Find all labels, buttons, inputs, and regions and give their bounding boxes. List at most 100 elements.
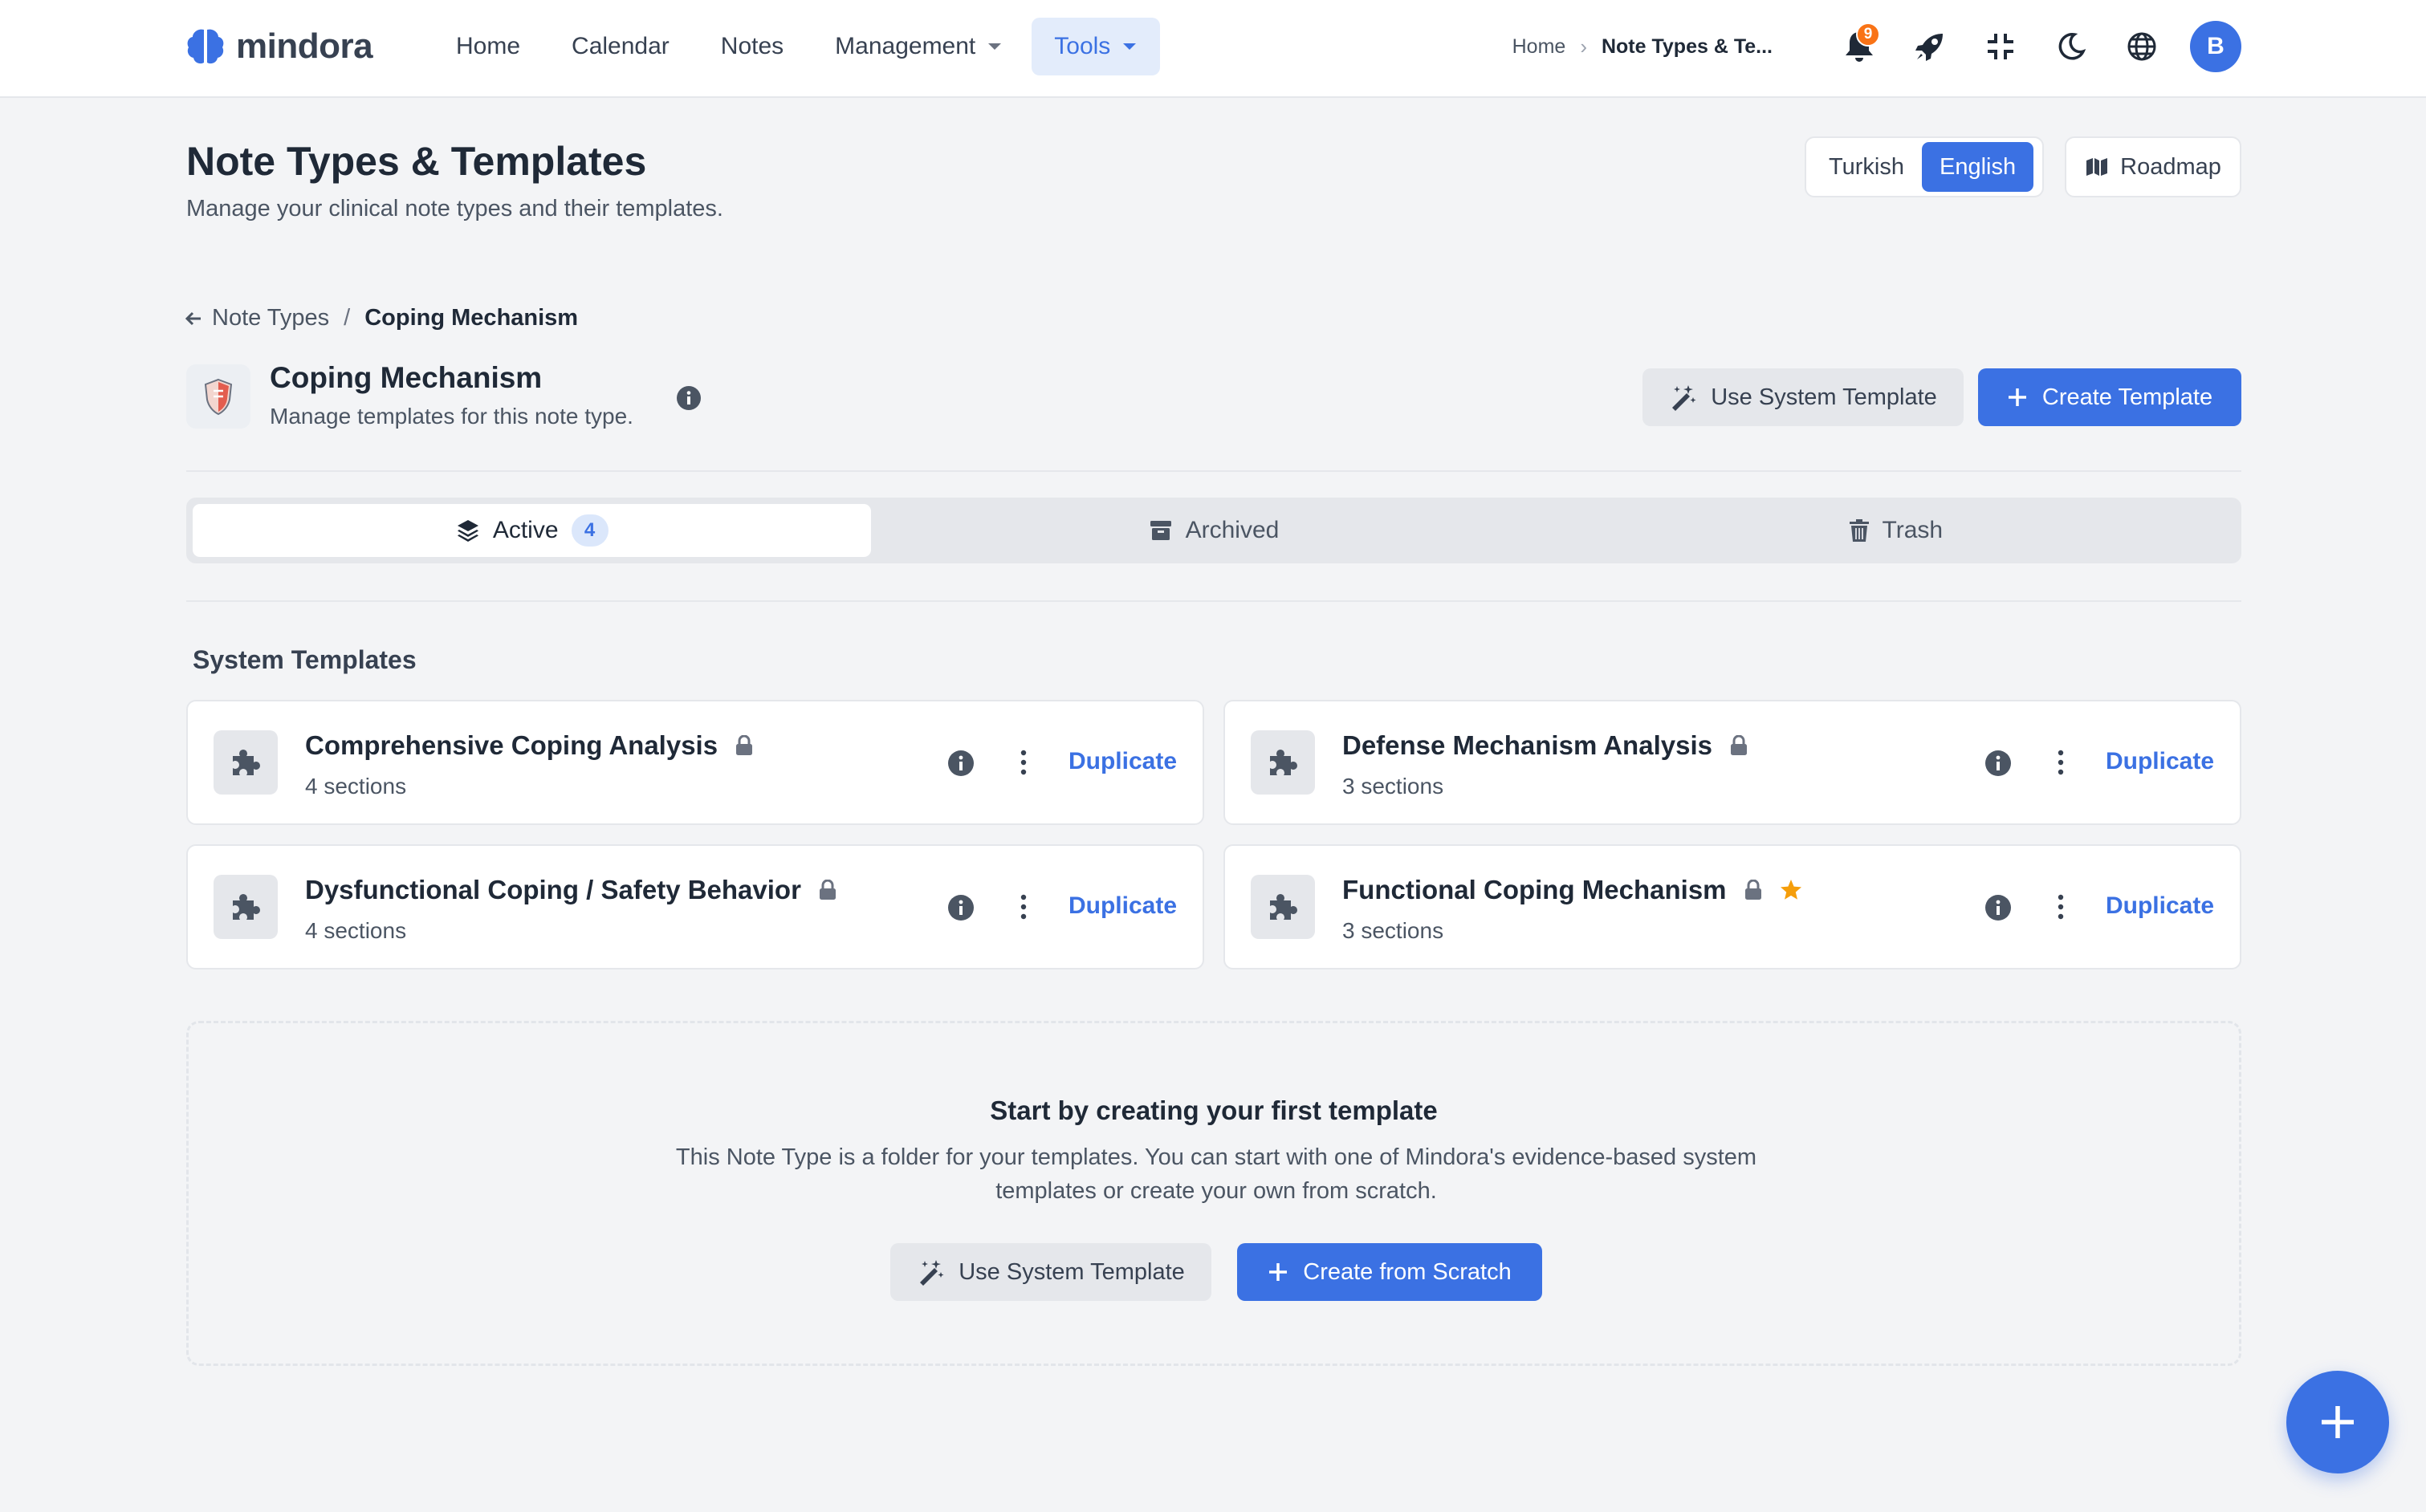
compress-button[interactable] (1976, 22, 2025, 71)
nav-calendar-label: Calendar (572, 33, 670, 59)
template-name-text: Comprehensive Coping Analysis (305, 730, 718, 760)
breadcrumb-home-link[interactable]: Home (1512, 35, 1566, 59)
navbar-actions: Home › Note Types & Te... 9 B (1512, 21, 2241, 72)
template-icon (214, 875, 278, 939)
shield-icon (202, 377, 234, 416)
floating-add-button[interactable] (2286, 1371, 2389, 1473)
template-status-tabs: Active 4 Archived Trash (186, 498, 2241, 563)
duplicate-button[interactable]: Duplicate (1068, 892, 1177, 920)
template-section-count: 3 sections (1342, 774, 1444, 799)
empty-state-title: Start by creating your first template (990, 1095, 1438, 1125)
quick-start-button[interactable] (1906, 22, 1954, 71)
template-icon (1251, 875, 1315, 939)
trash-icon (1849, 518, 1870, 543)
active-count-badge: 4 (571, 514, 609, 547)
template-name: Defense Mechanism Analysis (1342, 730, 1748, 761)
nav-tools-dropdown[interactable]: Tools (1032, 18, 1161, 75)
template-card[interactable]: Functional Coping Mechanism 3 sections D… (1223, 844, 2241, 969)
info-icon[interactable] (947, 894, 975, 921)
section-divider (186, 470, 2241, 472)
lock-icon (819, 880, 836, 900)
template-card[interactable]: Dysfunctional Coping / Safety Behavior 4… (186, 844, 1204, 969)
template-name: Comprehensive Coping Analysis (305, 730, 753, 761)
user-avatar[interactable]: B (2190, 21, 2241, 72)
nav-calendar[interactable]: Calendar (549, 18, 692, 75)
star-icon (1780, 879, 1802, 901)
nav-management-dropdown[interactable]: Management (812, 18, 1025, 75)
lock-icon (1744, 880, 1762, 900)
more-vertical-icon[interactable] (2055, 892, 2066, 921)
template-icon (1251, 730, 1315, 795)
tab-trash[interactable]: Trash (1557, 504, 2235, 557)
create-template-button[interactable]: Create Template (1978, 368, 2241, 426)
chevron-right-icon: › (1580, 34, 1587, 59)
info-icon[interactable] (947, 750, 975, 777)
page-title: Note Types & Templates (186, 139, 647, 184)
use-system-template-button[interactable]: Use System Template (1642, 368, 1964, 426)
template-icon (214, 730, 278, 795)
template-name: Functional Coping Mechanism (1342, 875, 1802, 905)
tab-active[interactable]: Active 4 (193, 504, 872, 557)
nav-notes-label: Notes (720, 33, 784, 59)
caret-down-icon (1121, 42, 1138, 51)
breadcrumb-current-note-type: Coping Mechanism (364, 305, 579, 331)
empty-use-system-template-button[interactable]: Use System Template (890, 1243, 1211, 1301)
more-vertical-icon[interactable] (1018, 892, 1029, 921)
template-name-text: Defense Mechanism Analysis (1342, 730, 1712, 760)
magic-wand-icon (917, 1258, 944, 1286)
language-turkish-button[interactable]: Turkish (1811, 142, 1922, 192)
notifications-button[interactable]: 9 (1835, 22, 1883, 71)
tab-archived[interactable]: Archived (874, 504, 1553, 557)
lock-icon (1730, 735, 1748, 756)
breadcrumb-parent-label: Note Types (212, 305, 330, 331)
tab-active-label: Active (492, 517, 559, 543)
plus-icon (2007, 387, 2028, 408)
layers-icon (456, 518, 480, 543)
arrow-left-icon (185, 311, 202, 327)
language-toggle: Turkish English (1805, 136, 2044, 197)
nav-home[interactable]: Home (434, 18, 543, 75)
create-from-scratch-button[interactable]: Create from Scratch (1237, 1243, 1542, 1301)
info-icon[interactable] (676, 385, 702, 411)
archive-icon (1149, 519, 1173, 542)
info-icon[interactable] (1984, 750, 2012, 777)
nav-notes[interactable]: Notes (698, 18, 806, 75)
empty-state-description: This Note Type is a folder for your temp… (675, 1144, 1757, 1204)
note-type-breadcrumb: Note Types / Coping Mechanism (185, 305, 578, 331)
roadmap-label: Roadmap (2120, 153, 2221, 180)
dark-mode-toggle[interactable] (2047, 22, 2095, 71)
language-english-button[interactable]: English (1922, 142, 2034, 192)
header-breadcrumb: Home › Note Types & Te... (1512, 35, 1773, 59)
duplicate-button[interactable]: Duplicate (2106, 892, 2214, 920)
plus-icon (1268, 1262, 1288, 1282)
puzzle-icon (1267, 746, 1299, 778)
template-section-count: 4 sections (305, 918, 407, 943)
more-vertical-icon[interactable] (2055, 748, 2066, 777)
more-vertical-icon[interactable] (1018, 748, 1029, 777)
tab-archived-label: Archived (1185, 517, 1280, 543)
roadmap-button[interactable]: Roadmap (2065, 136, 2241, 197)
lock-icon (735, 735, 753, 756)
system-templates-heading: System Templates (193, 645, 417, 674)
template-name: Dysfunctional Coping / Safety Behavior (305, 875, 836, 905)
template-name-text: Functional Coping Mechanism (1342, 875, 1727, 904)
nav-home-label: Home (456, 33, 521, 59)
template-section-count: 4 sections (305, 774, 407, 799)
rocket-icon (1914, 30, 1946, 63)
note-type-subtitle: Manage templates for this note type. (270, 404, 633, 429)
duplicate-button[interactable]: Duplicate (2106, 748, 2214, 775)
info-icon[interactable] (1984, 894, 2012, 921)
app-logo[interactable]: mindora (185, 24, 373, 69)
template-card[interactable]: Defense Mechanism Analysis 3 sections Du… (1223, 700, 2241, 825)
language-button[interactable] (2118, 22, 2166, 71)
template-card[interactable]: Comprehensive Coping Analysis 4 sections… (186, 700, 1204, 825)
puzzle-icon (230, 891, 262, 923)
duplicate-button[interactable]: Duplicate (1068, 748, 1177, 775)
globe-icon (2127, 31, 2157, 62)
page-subtitle: Manage your clinical note types and thei… (186, 196, 723, 222)
notification-count-badge: 9 (1856, 22, 1880, 47)
breadcrumb-current: Note Types & Te... (1601, 35, 1773, 58)
note-type-title: Coping Mechanism (270, 361, 543, 394)
back-to-note-types-link[interactable]: Note Types (185, 305, 329, 331)
template-name-text: Dysfunctional Coping / Safety Behavior (305, 875, 801, 904)
